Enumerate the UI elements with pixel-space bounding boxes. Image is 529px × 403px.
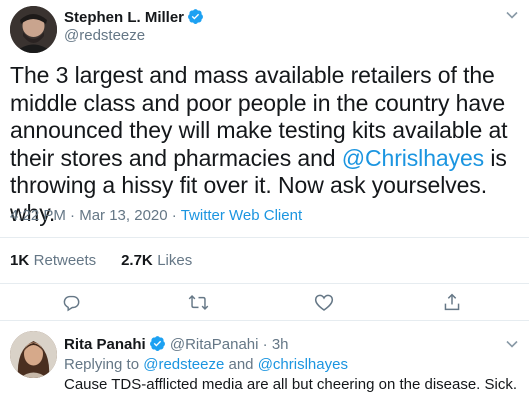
verified-badge-icon [187,8,204,30]
divider [0,283,529,284]
share-icon[interactable] [443,292,461,312]
divider [0,320,529,321]
replying-to-mention[interactable]: @redsteeze [143,356,224,373]
meta-separator: · [171,207,177,224]
divider [0,237,529,238]
retweets-stat[interactable]: 1K Retweets [10,252,96,269]
reply-icon[interactable] [62,293,81,312]
meta-separator: · [70,207,76,224]
retweets-label: Retweets [33,252,97,269]
retweets-count: 1K [10,252,30,269]
reply-avatar[interactable] [10,331,57,378]
likes-count: 2.7K [121,252,153,269]
reply-author-handle[interactable]: @RitaPanahi [170,336,259,353]
replying-to-prefix: Replying to [64,356,144,373]
like-icon[interactable] [314,293,334,312]
more-options-icon[interactable] [505,8,519,27]
tweet-date[interactable]: Mar 13, 2020 [79,207,167,224]
reply-separator: · [262,336,268,353]
retweet-icon[interactable] [188,293,209,312]
author-name[interactable]: Stephen L. Miller [64,9,184,26]
author-handle[interactable]: @redsteeze [64,27,145,44]
reply-age[interactable]: 3h [272,336,289,353]
reply-author-name[interactable]: Rita Panahi [64,336,146,353]
tweet-stats: 1K Retweets 2.7K Likes [10,252,192,270]
replying-to-and: and [224,356,258,373]
tweet-meta: 4:22 PM · Mar 13, 2020 · Twitter Web Cli… [10,207,302,224]
mention-link[interactable]: @Chrislhayes [342,145,484,171]
tweet-client-link[interactable]: Twitter Web Client [181,207,302,224]
reply-text: Cause TDS-afflicted media are all but ch… [64,376,518,393]
tweet-time[interactable]: 4:22 PM [10,207,66,224]
reply-more-options-icon[interactable] [505,337,519,356]
likes-label: Likes [157,252,193,269]
replying-to-line: Replying to @redsteeze and @chrislhayes [64,355,348,375]
replying-to-mention[interactable]: @chrislhayes [258,356,348,373]
author-avatar[interactable] [10,6,57,53]
tweet-text: The 3 largest and mass available retaile… [10,62,510,227]
likes-stat[interactable]: 2.7K Likes [121,252,192,269]
